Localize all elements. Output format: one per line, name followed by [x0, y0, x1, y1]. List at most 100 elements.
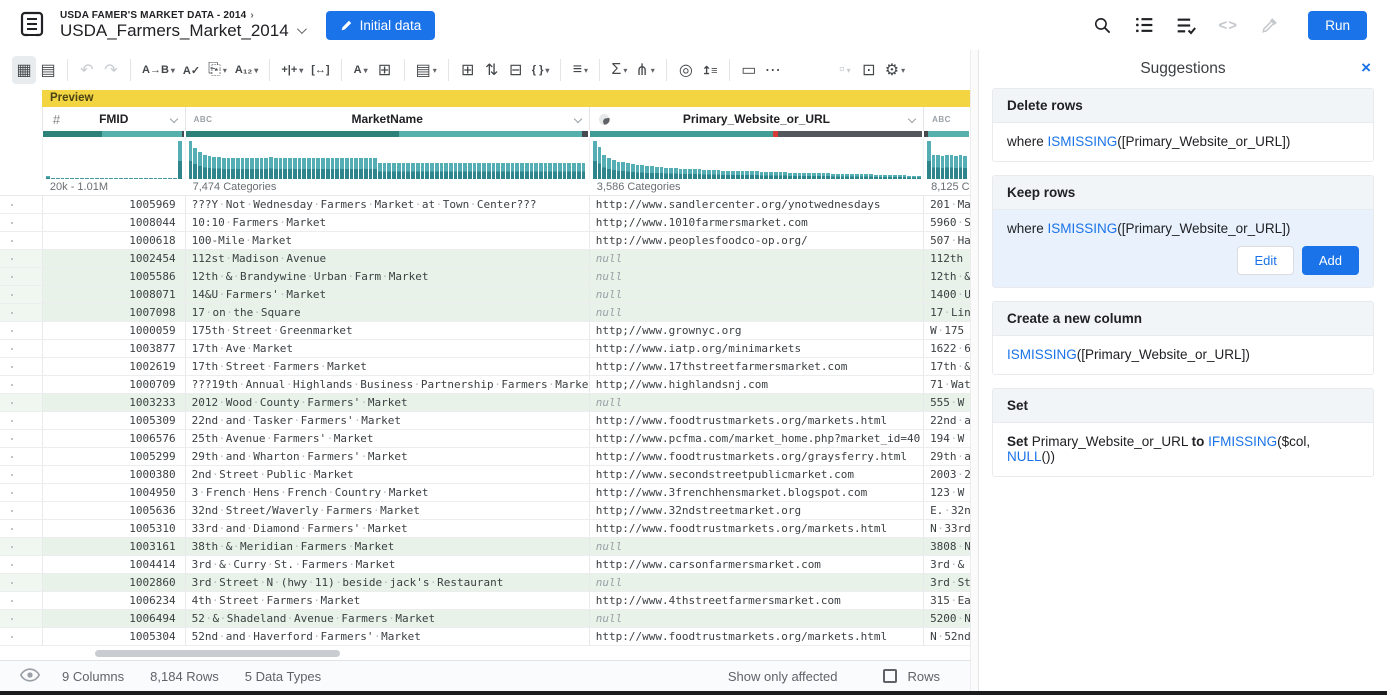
- histogram-bar[interactable]: [626, 163, 630, 179]
- cell-fmid[interactable]: 1005969: [42, 196, 185, 213]
- cell-marketname[interactable]: 100-Mile·Market: [185, 232, 589, 249]
- histogram-bar[interactable]: [520, 163, 524, 179]
- cell-url[interactable]: http://www.foodtrustmarkets.org/markets.…: [589, 520, 923, 537]
- histogram-bar[interactable]: [354, 158, 358, 179]
- histogram-bar[interactable]: [963, 156, 967, 179]
- histogram-bar[interactable]: [198, 152, 202, 179]
- histogram-bar[interactable]: [255, 158, 259, 179]
- cell-marketname[interactable]: 12th·&·Brandywine·Urban·Farm·Market: [185, 268, 589, 285]
- standardize-icon[interactable]: A✓: [179, 56, 204, 84]
- row-view-icon[interactable]: ▤: [36, 56, 60, 84]
- suggestion-card-body[interactable]: where ISMISSING([Primary_Website_or_URL]…: [993, 210, 1373, 287]
- histogram-bar[interactable]: [350, 158, 354, 179]
- cell-marketname[interactable]: 25th·Avenue·Farmers'·Market: [185, 430, 589, 447]
- cell-marketname[interactable]: 2012·Wood·County·Farmers'·Market: [185, 394, 589, 411]
- cell-fmid[interactable]: 1000059: [42, 322, 185, 339]
- nest-icon[interactable]: { }▾: [528, 56, 554, 84]
- cell-marketname[interactable]: 17th·Street·Farmers·Market: [185, 358, 589, 375]
- histogram-bar[interactable]: [227, 158, 231, 179]
- histogram-bar[interactable]: [378, 163, 382, 179]
- cell-url[interactable]: null: [589, 268, 923, 285]
- histogram-bar[interactable]: [231, 158, 235, 179]
- cell-fmid[interactable]: 1005310: [42, 520, 185, 537]
- histogram-bar[interactable]: [208, 156, 212, 179]
- cell-url[interactable]: null: [589, 394, 923, 411]
- cell-url[interactable]: http://www.pcfma.com/market_home.php?mar…: [589, 430, 923, 447]
- table-row[interactable]: 10032332012·Wood·County·Farmers'·Marketn…: [0, 394, 970, 412]
- histogram-bar[interactable]: [679, 169, 683, 179]
- join-icon[interactable]: ⋔▾: [631, 56, 658, 84]
- histogram-bar[interactable]: [698, 169, 702, 179]
- suggestion-card-body[interactable]: Set Primary_Website_or_URL to IFMISSING(…: [993, 423, 1373, 476]
- cell-street[interactable]: 1622·6: [923, 340, 970, 357]
- cell-marketname[interactable]: 22nd·and·Tasker·Farmers'·Market: [185, 412, 589, 429]
- histogram-bar[interactable]: [645, 166, 649, 179]
- cell-fmid[interactable]: 1004414: [42, 556, 185, 573]
- table-row[interactable]: 1000709???19th·Annual·Highlands·Business…: [0, 376, 970, 394]
- histogram-bar[interactable]: [326, 158, 330, 179]
- cell-street[interactable]: 17th·&: [923, 358, 970, 375]
- cell-url[interactable]: http://www.iatp.org/minimarkets: [589, 340, 923, 357]
- cell-fmid[interactable]: 1005299: [42, 448, 185, 465]
- histogram-bar[interactable]: [932, 155, 936, 179]
- histogram-bar[interactable]: [421, 163, 425, 179]
- cell-url[interactable]: http;//www.grownyc.org: [589, 322, 923, 339]
- histogram-bar[interactable]: [506, 163, 510, 179]
- histogram-bar[interactable]: [345, 158, 349, 179]
- histogram-bar[interactable]: [683, 169, 687, 179]
- histogram-bar[interactable]: [288, 158, 292, 179]
- table-row[interactable]: 100530452nd·and·Haverford·Farmers'·Marke…: [0, 628, 970, 646]
- histogram-bar[interactable]: [312, 158, 316, 179]
- histogram-bar[interactable]: [755, 171, 759, 179]
- histogram-bar[interactable]: [496, 163, 500, 179]
- cell-url[interactable]: null: [589, 574, 923, 591]
- cell-url[interactable]: null: [589, 286, 923, 303]
- column-header-Primary_Website_or_URL[interactable]: Primary_Website_or_URL: [589, 107, 923, 131]
- histogram-bar[interactable]: [416, 163, 420, 179]
- split-column-icon[interactable]: +|+▾: [277, 56, 307, 84]
- comment-icon[interactable]: ▭: [737, 56, 761, 84]
- histogram-FMID[interactable]: [42, 137, 185, 179]
- cell-street[interactable]: 507·Ha: [923, 232, 970, 249]
- chevron-down-icon[interactable]: [297, 24, 307, 34]
- histogram-bar[interactable]: [607, 158, 611, 179]
- histogram-bar[interactable]: [387, 163, 391, 179]
- histogram-bar[interactable]: [750, 171, 754, 179]
- histogram-bar[interactable]: [534, 163, 538, 179]
- cell-url[interactable]: http://www.peoplesfoodco-op.org/: [589, 232, 923, 249]
- cell-marketname[interactable]: 175th·Street·Greenmarket: [185, 322, 589, 339]
- histogram-bar[interactable]: [577, 163, 581, 179]
- histogram-bar[interactable]: [553, 163, 557, 179]
- undo-icon[interactable]: ↶: [75, 56, 99, 84]
- cell-street[interactable]: 12th·&: [923, 268, 970, 285]
- histogram-bar[interactable]: [712, 170, 716, 179]
- table-row[interactable]: 1005969???Y·Not·Wednesday·Farmers·Market…: [0, 196, 970, 214]
- cell-marketname[interactable]: ???Y·Not·Wednesday·Farmers·Market·at·Tow…: [185, 196, 589, 213]
- cell-url[interactable]: http://www.carsonfarmersmarket.com: [589, 556, 923, 573]
- histogram-bar[interactable]: [359, 158, 363, 179]
- cell-street[interactable]: 2003·2: [923, 466, 970, 483]
- histogram-bar[interactable]: [721, 171, 725, 179]
- cell-url[interactable]: http;//www.32ndstreetmarket.org: [589, 502, 923, 519]
- histogram-bar[interactable]: [717, 170, 721, 179]
- histogram-bar[interactable]: [760, 172, 764, 179]
- cell-marketname[interactable]: 38th·&·Meridian·Farmers·Market: [185, 538, 589, 555]
- cell-street[interactable]: 5960·S: [923, 214, 970, 231]
- cell-marketname[interactable]: ???19th·Annual·Highlands·Business·Partne…: [185, 376, 589, 393]
- histogram-bar[interactable]: [298, 158, 302, 179]
- histogram-bar[interactable]: [563, 163, 567, 179]
- histogram-bar[interactable]: [593, 141, 597, 179]
- format-icon[interactable]: A▾: [349, 56, 373, 84]
- cell-fmid[interactable]: 1003161: [42, 538, 185, 555]
- histogram-bar[interactable]: [189, 141, 193, 179]
- cell-street[interactable]: N·33rd: [923, 520, 970, 537]
- histogram-bar[interactable]: [435, 163, 439, 179]
- histogram-bar[interactable]: [492, 163, 496, 179]
- histogram-bar[interactable]: [440, 163, 444, 179]
- vertical-scrollbar-gutter[interactable]: [970, 50, 978, 691]
- histogram-bar[interactable]: [693, 169, 697, 179]
- histogram-bar[interactable]: [463, 163, 467, 179]
- eye-icon[interactable]: [20, 668, 40, 685]
- histogram-bar[interactable]: [458, 163, 462, 179]
- table-row[interactable]: 10049503·French·Hens·French·Country·Mark…: [0, 484, 970, 502]
